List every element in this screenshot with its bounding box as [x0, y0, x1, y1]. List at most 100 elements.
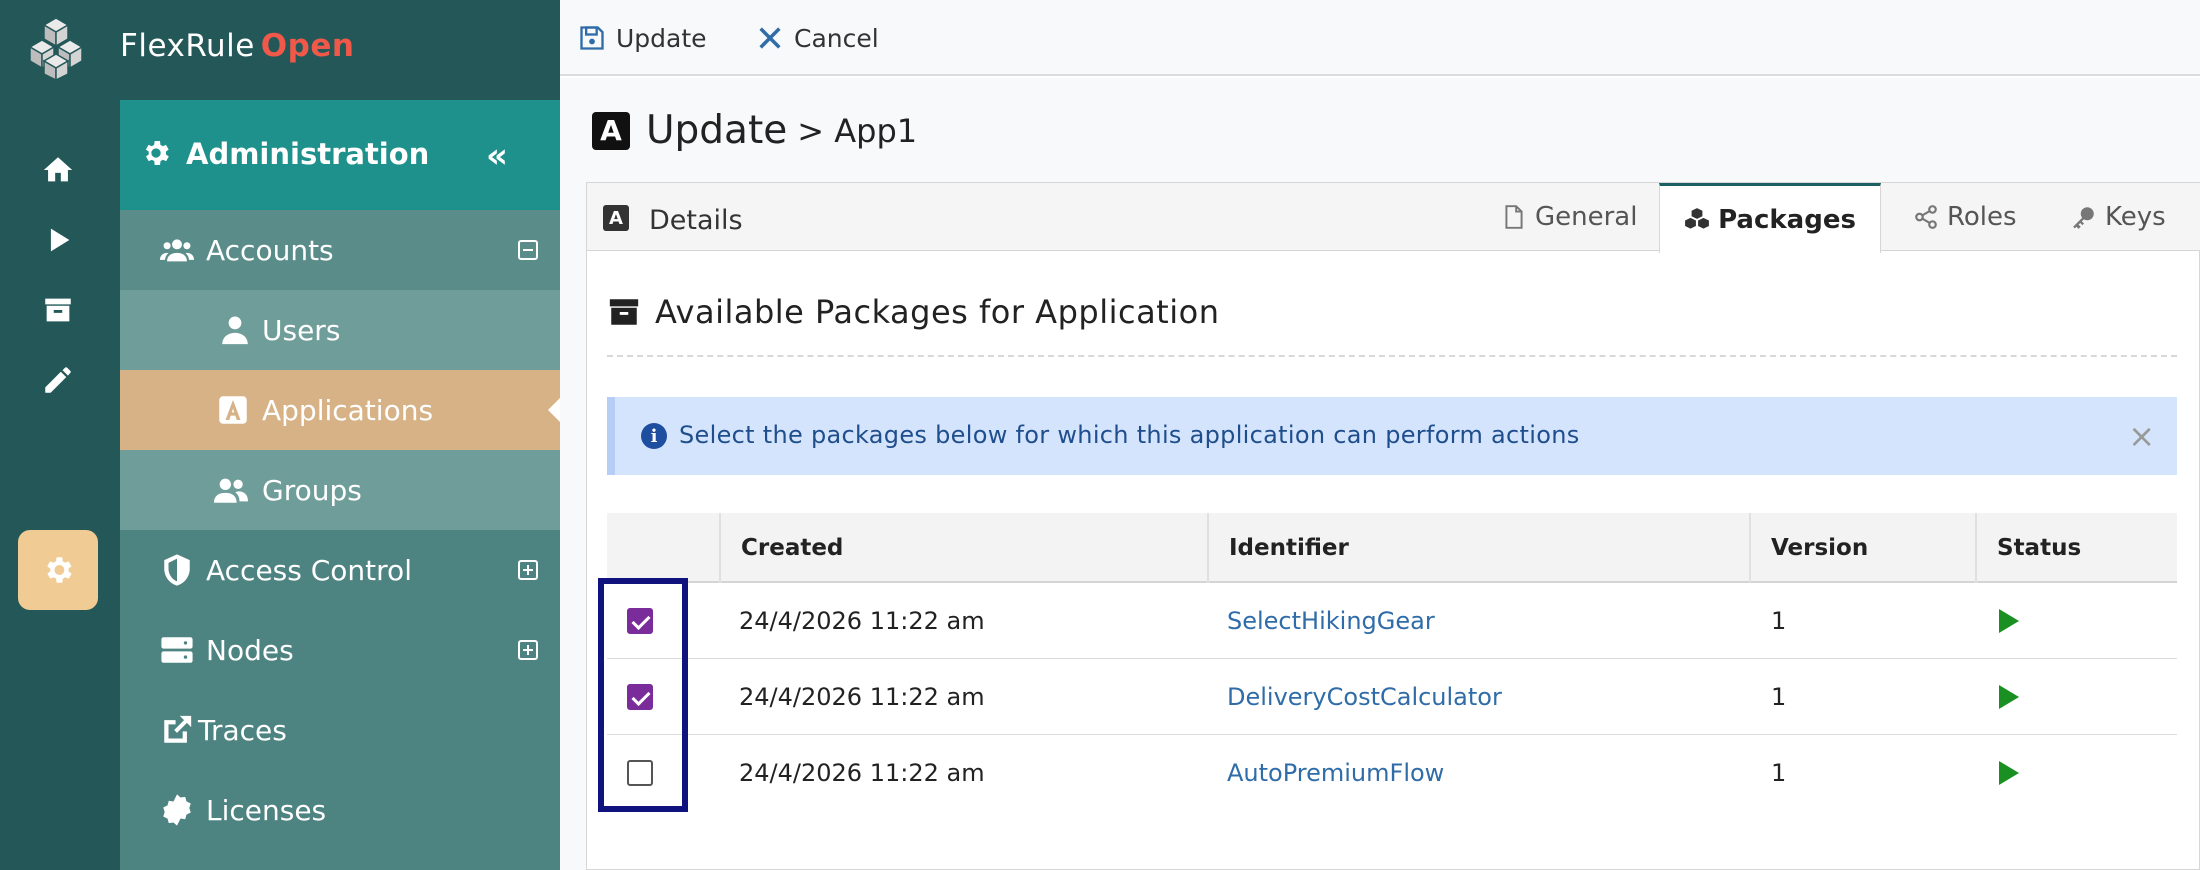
identifier-link[interactable]: DeliveryCostCalculator — [1227, 659, 1502, 735]
app-icon: A — [603, 205, 629, 231]
admin-menu-header: Administration « — [120, 100, 560, 210]
close-alert-button[interactable]: × — [2128, 417, 2155, 455]
breadcrumb: > App1 — [797, 111, 918, 150]
menu-item-label: Applications — [262, 393, 434, 427]
server-icon — [161, 637, 193, 663]
external-link-icon — [164, 715, 192, 743]
play-status-icon[interactable] — [1999, 609, 2019, 633]
alert-message: Select the packages below for which this… — [679, 421, 1580, 449]
table-row: 24/4/2026 11:22 am SelectHikingGear 1 — [607, 583, 2177, 659]
home-icon — [43, 157, 73, 182]
identifier-link[interactable]: AutoPremiumFlow — [1227, 735, 1444, 811]
menu-item-traces[interactable]: Traces — [120, 690, 560, 770]
menu-item-label: Licenses — [206, 793, 327, 827]
icon-rail — [0, 100, 120, 870]
table-row: 24/4/2026 11:22 am AutoPremiumFlow 1 — [607, 735, 2177, 811]
menu-item-label: Users — [262, 313, 341, 347]
app-icon — [219, 396, 247, 424]
admin-menu: Administration « Accounts Users Applicat… — [120, 100, 560, 870]
table-header: Created Identifier Version Status — [607, 513, 2177, 583]
column-header-version[interactable]: Version — [1749, 513, 1975, 583]
column-header-status[interactable]: Status — [1975, 513, 2177, 583]
menu-item-access-control[interactable]: Access Control — [120, 530, 560, 610]
selection-highlight-box — [598, 578, 688, 812]
brand-name: FlexRule Open — [120, 28, 354, 64]
rail-edit-button[interactable] — [18, 340, 98, 420]
card-header: A Details General Packages Roles Keys — [587, 183, 2200, 253]
menu-item-nodes[interactable]: Nodes — [120, 610, 560, 690]
cancel-label: Cancel — [794, 23, 879, 53]
info-icon: i — [641, 423, 667, 449]
pencil-icon — [45, 367, 71, 393]
admin-menu-title: Administration — [186, 137, 430, 171]
tab-packages[interactable]: Packages — [1659, 183, 1881, 253]
rail-archive-button[interactable] — [18, 270, 98, 350]
app-icon: A — [592, 111, 630, 150]
version-cell: 1 — [1771, 683, 1787, 711]
tab-label: Roles — [1947, 202, 2017, 232]
rail-home-button[interactable] — [18, 130, 98, 210]
shield-icon — [164, 554, 190, 586]
section-title: Available Packages for Application — [607, 293, 1219, 331]
tab-roles[interactable]: Roles — [1913, 183, 2023, 251]
version-cell: 1 — [1771, 759, 1787, 787]
created-cell: 24/4/2026 11:22 am — [739, 759, 985, 787]
rail-settings-button[interactable] — [18, 530, 98, 610]
save-icon — [580, 26, 604, 50]
cubes-icon — [1685, 207, 1709, 229]
details-card: A Details General Packages Roles Keys Av… — [586, 182, 2200, 870]
user-icon — [222, 316, 248, 345]
page-title: A Update > App1 — [592, 108, 917, 153]
column-header-identifier[interactable]: Identifier — [1207, 513, 1749, 583]
tab-label: Keys — [2105, 202, 2166, 232]
close-icon — [759, 27, 781, 49]
page-title-text: Update — [646, 108, 788, 153]
identifier-link[interactable]: SelectHikingGear — [1227, 583, 1435, 659]
share-icon — [1915, 205, 1937, 229]
main-content: A Update > App1 A Details General Packag… — [560, 78, 2200, 870]
certificate-icon — [163, 794, 191, 826]
users-icon — [160, 239, 194, 262]
cubes-logo-icon — [28, 17, 84, 82]
collapse-toggle-icon[interactable] — [518, 240, 538, 260]
play-status-icon[interactable] — [1999, 685, 2019, 709]
menu-item-label: Nodes — [206, 633, 294, 667]
menu-item-label: Groups — [262, 473, 362, 507]
brand-title: FlexRule — [120, 28, 255, 64]
group-icon — [214, 478, 248, 503]
play-icon — [50, 228, 70, 252]
version-cell: 1 — [1771, 607, 1787, 635]
active-indicator — [548, 398, 560, 422]
menu-item-users[interactable]: Users — [120, 290, 560, 370]
archive-icon — [609, 299, 639, 325]
menu-item-licenses[interactable]: Licenses — [120, 770, 560, 850]
created-cell: 24/4/2026 11:22 am — [739, 607, 985, 635]
tab-keys[interactable]: Keys — [2071, 183, 2181, 251]
section-title-text: Available Packages for Application — [655, 293, 1220, 331]
tab-label: General — [1535, 202, 1638, 232]
cancel-button[interactable]: Cancel — [756, 20, 879, 56]
expand-toggle-icon[interactable] — [518, 640, 538, 660]
menu-item-label: Access Control — [206, 553, 412, 587]
file-icon — [1505, 205, 1523, 229]
expand-toggle-icon[interactable] — [518, 560, 538, 580]
gear-icon — [145, 141, 169, 165]
menu-item-groups[interactable]: Groups — [120, 450, 560, 530]
play-status-icon[interactable] — [1999, 761, 2019, 785]
brand-edition: Open — [260, 28, 355, 64]
collapse-menu-button[interactable]: « — [486, 136, 508, 176]
rail-run-button[interactable] — [18, 200, 98, 280]
brand-header: FlexRule Open — [0, 0, 560, 100]
column-header-created[interactable]: Created — [719, 513, 1207, 583]
card-header-label: Details — [649, 205, 743, 236]
key-icon — [2073, 207, 2094, 229]
menu-item-label: Accounts — [206, 233, 334, 267]
menu-item-accounts[interactable]: Accounts — [120, 210, 560, 290]
created-cell: 24/4/2026 11:22 am — [739, 683, 985, 711]
update-button[interactable]: Update — [578, 20, 707, 56]
tab-general[interactable]: General — [1501, 183, 1651, 251]
menu-item-applications[interactable]: Applications — [120, 370, 560, 450]
section-divider — [607, 355, 2177, 357]
column-header-select — [607, 513, 719, 583]
menu-item-label: Traces — [198, 713, 287, 747]
